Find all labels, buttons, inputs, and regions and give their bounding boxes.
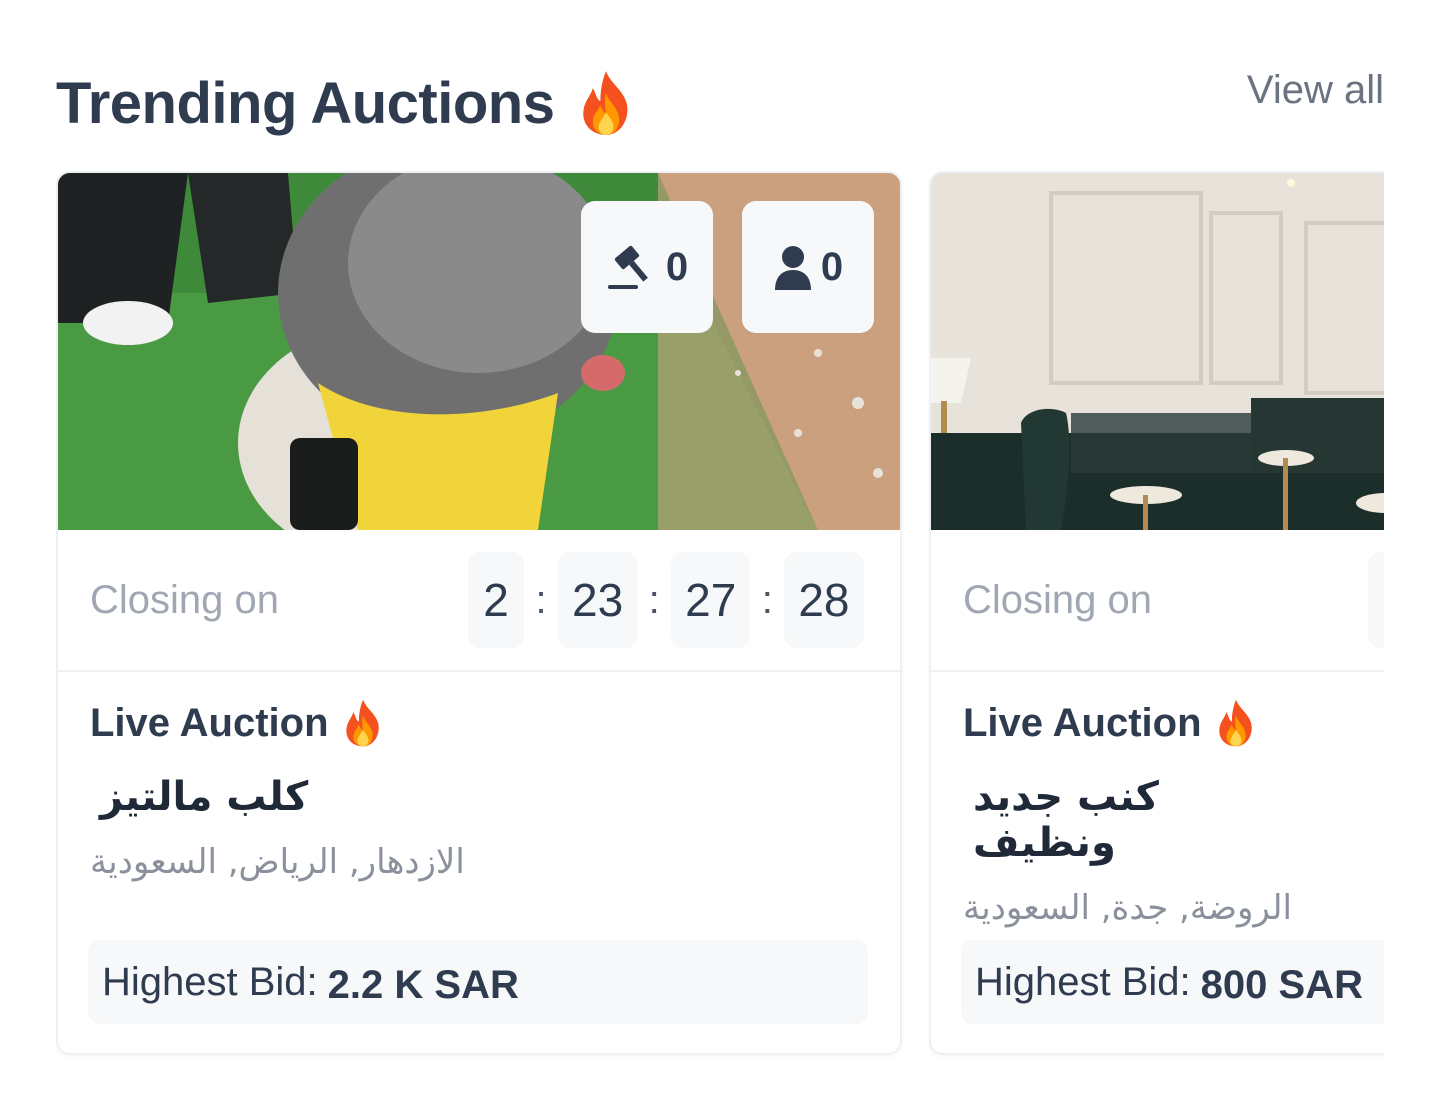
countdown-timer: 2 : 23 : 27 : 28	[468, 552, 864, 648]
highest-bid-label: Highest Bid:	[102, 959, 318, 1004]
auction-carousel[interactable]: 0 0 Closing on 2 : 23 : 27 : 28 Live Auc…	[56, 171, 1384, 1061]
status-badge: Live Auction	[90, 698, 868, 748]
highest-bid: Highest Bid: 2.2 K SAR	[88, 940, 868, 1024]
card-body: Live Auction كنب جديد ونظيف الروضة, جدة,…	[963, 698, 1384, 928]
countdown-timer	[1368, 552, 1384, 648]
auction-image	[931, 173, 1384, 530]
countdown-days	[1368, 552, 1384, 648]
section-title-text: Trending Auctions	[56, 70, 555, 136]
countdown-hours: 23	[558, 552, 638, 648]
status-badge: Live Auction	[963, 698, 1384, 748]
countdown-separator: :	[761, 577, 773, 622]
item-title[interactable]: كنب جديد ونظيف	[963, 774, 1303, 866]
closing-label: Closing on	[963, 578, 1153, 622]
auction-image: 0 0	[58, 173, 900, 530]
closing-label: Closing on	[90, 578, 280, 622]
countdown-seconds: 28	[784, 552, 864, 648]
card-body: Live Auction كلب مالتيز الازدهار, الرياض…	[90, 698, 868, 882]
highest-bid: Highest Bid: 800 SAR	[961, 940, 1384, 1024]
highest-bid-value: 800 SAR	[1200, 962, 1363, 1007]
bidder-count: 0	[820, 244, 844, 289]
countdown-minutes: 27	[671, 552, 751, 648]
item-location: الازدهار, الرياض, السعودية	[90, 842, 465, 882]
section-title: Trending Auctions	[56, 68, 636, 138]
bid-count-badge: 0	[581, 201, 713, 333]
closing-row: Closing on 2 : 23 : 27 : 28	[58, 530, 900, 672]
status-text: Live Auction	[90, 700, 329, 745]
highest-bid-value: 2.2 K SAR	[327, 962, 519, 1007]
auction-card[interactable]: Closing on Live Auction كنب جديد ونظيف ا…	[929, 171, 1384, 1055]
fire-icon	[341, 698, 385, 748]
countdown-days: 2	[468, 552, 524, 648]
status-text: Live Auction	[963, 700, 1202, 745]
user-icon	[774, 246, 811, 290]
item-title[interactable]: كلب مالتيز	[90, 774, 340, 820]
bidder-count-badge: 0	[742, 201, 874, 333]
gavel-icon	[607, 245, 648, 289]
fire-icon	[1214, 698, 1258, 748]
countdown-separator: :	[648, 577, 660, 622]
view-all-link[interactable]: View all	[1247, 68, 1384, 113]
section-header: Trending Auctions View all	[56, 62, 1384, 142]
item-location: الروضة, جدة, السعودية	[963, 888, 1292, 928]
countdown-separator: :	[535, 577, 547, 622]
closing-row: Closing on	[931, 530, 1384, 672]
auction-card[interactable]: 0 0 Closing on 2 : 23 : 27 : 28 Live Auc…	[56, 171, 902, 1055]
fire-icon	[576, 68, 636, 138]
bid-count: 0	[665, 244, 689, 289]
highest-bid-label: Highest Bid:	[975, 959, 1191, 1004]
